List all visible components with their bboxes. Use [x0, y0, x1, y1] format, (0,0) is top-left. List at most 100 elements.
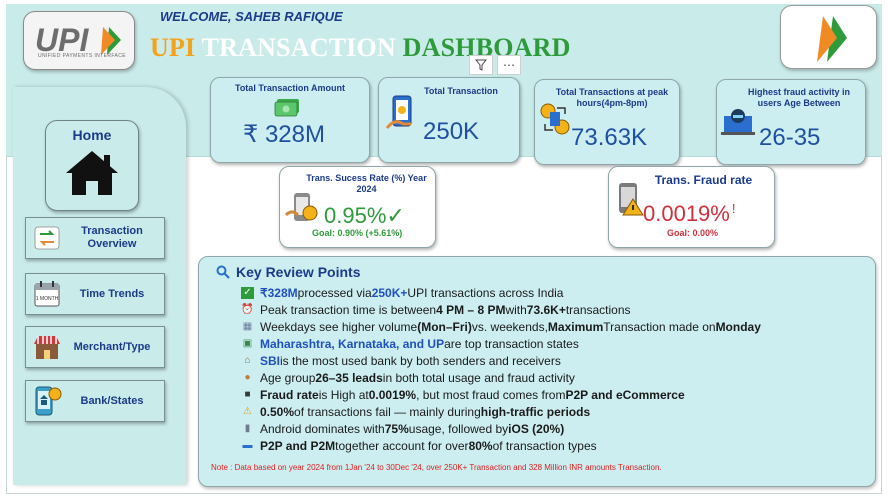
kpi-peak-hours-card[interactable]: Total Transactions at peak hours(4pm-8pm…	[534, 79, 680, 165]
key-review-list: ✓ ₹328M processed via 250K+ UPI transacti…	[241, 284, 761, 454]
map-icon: ▣	[242, 338, 253, 349]
review-point-text: 80%	[468, 438, 493, 453]
kpi-fraud-rate-value: 0.0019%!	[643, 201, 735, 227]
review-point-text: 0.0019%	[368, 387, 417, 402]
key-review-panel: Key Review Points ✓ ₹328M processed via 2…	[198, 256, 876, 487]
hacker-icon	[721, 108, 755, 143]
review-point-text: Fraud rate	[260, 387, 319, 402]
nav-time-trends[interactable]: 1 MONTH Time Trends	[25, 273, 165, 315]
review-point-text: is High at	[318, 387, 369, 402]
home-icon	[64, 149, 120, 202]
kpi-success-rate-label: Trans. Sucess Rate (%) Year 2024	[306, 173, 427, 194]
kpi-total-amount-label: Total Transaction Amount	[234, 83, 345, 93]
bhim-logo	[780, 5, 877, 69]
title-part-upi: UPI	[150, 33, 202, 62]
svg-text:1 MONTH: 1 MONTH	[36, 296, 59, 302]
review-point-text: 4 PM – 8 PM	[436, 302, 506, 317]
exchange-icon	[539, 102, 571, 141]
review-point-text: 75%	[384, 421, 409, 436]
key-review-title-text: Key Review Points	[236, 264, 361, 280]
kpi-fraud-rate-goal: Goal: 0.00%	[667, 228, 719, 238]
review-point-text: vs. weekends,	[471, 319, 548, 334]
home-label: Home	[72, 127, 112, 143]
store-icon	[31, 331, 63, 363]
review-point-text: together account for over	[335, 438, 469, 453]
kpi-total-transaction-value: 250K	[423, 118, 480, 145]
home-button[interactable]: Home	[45, 120, 139, 211]
review-point-text: iOS (20%)	[508, 421, 565, 436]
review-point-text: is the most used bank by both senders an…	[280, 353, 561, 368]
kpi-fraud-rate-label: Trans. Fraud rate	[654, 173, 753, 187]
check-icon: ✓	[241, 286, 254, 299]
key-review-title: Key Review Points	[216, 264, 361, 280]
visual-toolbar: ⋯	[469, 55, 521, 75]
kpi-peak-hours-value: 73.63K	[571, 124, 648, 151]
review-point-text: Age group	[260, 370, 316, 385]
review-point: ▮ Android dominates with 75% usage, follo…	[241, 420, 761, 437]
upi-logo-subtitle: UNIFIED PAYMENTS INTERFACE	[38, 53, 126, 59]
kpi-total-amount-card[interactable]: Total Transaction Amount ₹ 328M	[210, 77, 370, 163]
fraud-rate-number: 0.0019%	[643, 201, 730, 226]
review-point-text: 26–35 leads	[315, 370, 383, 385]
title-part-transaction: TRANSACTION	[201, 33, 403, 62]
review-point-text: ₹328M	[260, 285, 298, 300]
review-point-text: Transaction made on	[603, 319, 716, 334]
review-point-text: usage, followed by	[408, 421, 509, 436]
more-options-icon[interactable]: ⋯	[497, 55, 521, 75]
review-point-text: of transactions fail — mainly during	[294, 404, 481, 419]
filter-icon[interactable]	[469, 55, 493, 75]
phone-icon: ▮	[244, 423, 251, 434]
nav-bank-states[interactable]: Bank/States	[25, 380, 165, 422]
nav-transaction-overview-label: Transaction Overview	[81, 225, 143, 250]
nav-time-trends-label: Time Trends	[79, 287, 145, 300]
data-note: Note : Data based on year 2024 from 1Jan…	[211, 463, 662, 472]
review-point: ⚠ 0.50% of transactions fail — mainly dur…	[241, 403, 761, 420]
review-point-text: 0.50%	[260, 404, 295, 419]
kpi-fraud-rate-card[interactable]: Trans. Fraud rate 0.0019%! Goal: 0.00%	[608, 166, 775, 248]
person-icon: ●	[244, 372, 251, 383]
review-point-text: Maximum	[547, 319, 604, 334]
review-point-text: Android dominates with	[260, 421, 385, 436]
nav-transaction-overview[interactable]: Transaction Overview	[25, 217, 165, 259]
review-point-text: (Mon–Fri)	[417, 319, 472, 334]
review-point-text: high-traffic periods	[480, 404, 591, 419]
kpi-fraud-age-value: 26-35	[759, 124, 821, 151]
review-point-text: of transaction types	[492, 438, 597, 453]
review-point-text: SBI	[260, 353, 281, 368]
review-point: ■ Fraud rate is High at 0.0019%, but most…	[241, 386, 761, 403]
kpi-total-amount-value: ₹ 328M	[243, 121, 325, 148]
kpi-total-transaction-label: Total Transaction	[424, 86, 498, 96]
kpi-total-transaction-card[interactable]: Total Transaction 250K	[378, 77, 520, 163]
review-point: ⏰ Peak transaction time is between 4 PM –…	[241, 301, 761, 318]
review-point: ▬ P2P and P2M together account for over 8…	[241, 437, 761, 454]
review-point-text: 73.6K+	[526, 302, 566, 317]
review-point-text: Maharashtra, Karnataka, and UP	[260, 336, 445, 351]
welcome-text: WELCOME, SAHEB RAFIQUE	[160, 9, 343, 24]
review-point-text: P2P and P2M	[260, 438, 336, 453]
review-point-text: processed via	[297, 285, 372, 300]
nav-merchant-type-label: Merchant/Type	[73, 340, 151, 353]
calendar-icon: ▦	[242, 321, 253, 332]
review-point-text: are top transaction states	[444, 336, 579, 351]
upi-logo: UPI UNIFIED PAYMENTS INTERFACE	[23, 11, 135, 70]
nav-bank-states-label: Bank/States	[80, 394, 144, 407]
magnifier-icon	[216, 265, 230, 279]
review-point-text: in both total usage and fraud activity	[382, 370, 575, 385]
bank-icon: ⌂	[244, 355, 251, 366]
review-point-text: 250K+	[371, 285, 408, 300]
nav-merchant-type[interactable]: Merchant/Type	[25, 326, 165, 368]
kpi-fraud-age-card[interactable]: Highest fraud activity in users Age Betw…	[716, 79, 866, 165]
calendar-icon: 1 MONTH	[31, 278, 63, 310]
review-point-text: UPI transactions across India	[407, 285, 564, 300]
review-point-text: , but most fraud comes from	[416, 387, 566, 402]
secure-phone-icon	[284, 191, 320, 230]
check-mark-icon: ✓	[386, 203, 405, 228]
kpi-success-rate-goal: Goal: 0.90% (+5.61%)	[312, 228, 403, 238]
review-point: ● Age group 26–35 leads in both total usa…	[241, 369, 761, 386]
kpi-success-rate-card[interactable]: Trans. Sucess Rate (%) Year 2024 0.95%✓ …	[279, 166, 436, 248]
mobile-bank-icon	[31, 385, 63, 417]
fraud-icon: ■	[244, 389, 251, 400]
review-point: ✓ ₹328M processed via 250K+ UPI transacti…	[241, 284, 761, 301]
kpi-success-rate-value: 0.95%✓	[324, 203, 405, 229]
review-point-text: transactions	[565, 302, 631, 317]
